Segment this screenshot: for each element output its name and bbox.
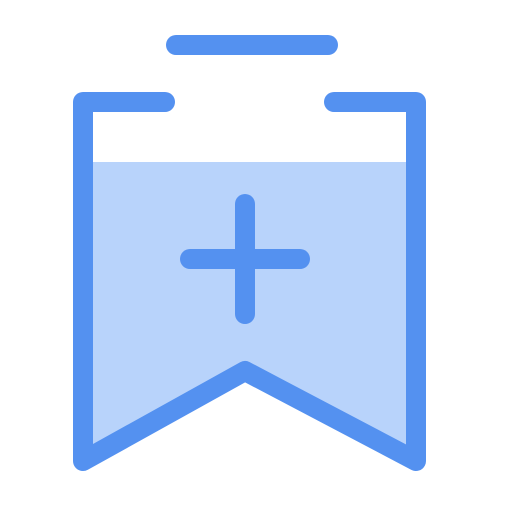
bookmark-add-icon xyxy=(73,35,426,471)
icon-canvas xyxy=(0,0,512,512)
